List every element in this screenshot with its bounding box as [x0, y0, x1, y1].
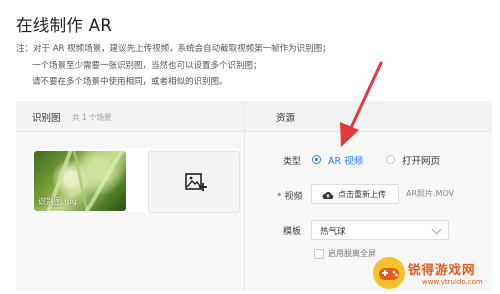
annotation-arrow [340, 61, 383, 147]
watermark-name: 锐得游戏网 [408, 262, 476, 277]
watermark-url: www.ytruido.com [422, 278, 483, 286]
watermark-logo [372, 256, 406, 290]
